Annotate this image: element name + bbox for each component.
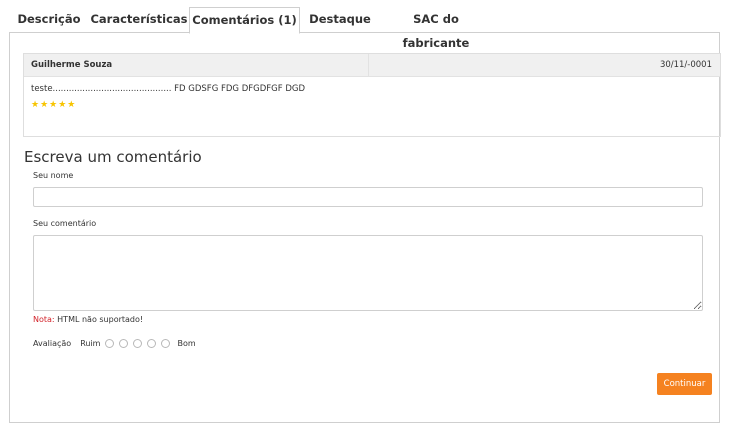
rating-radio-1[interactable] [105,338,115,348]
rating-radio-4[interactable] [147,338,157,348]
rating-label: Avaliação [33,338,72,348]
form-title: Escreva um comentário [24,148,202,166]
comment-label: Seu comentário [33,219,97,228]
tab-bar: Descrição Características Comentários (1… [9,7,720,50]
review-author: Guilherme Souza [24,54,369,77]
review-date: 30/11/-0001 [659,60,712,70]
rating-radio-2[interactable] [119,338,129,348]
rating-row: Avaliação Ruim Bom [33,336,196,350]
continue-button[interactable]: Continuar [657,373,712,395]
rating-radio-3[interactable] [133,338,143,348]
tab-caracteristicas[interactable]: Características [89,7,189,33]
review-stars-icon: ★★★★★ [31,100,77,110]
tab-descricao[interactable]: Descrição [9,7,89,33]
note-prefix: Nota: [33,315,55,324]
tab-sac-fabricante[interactable]: SAC do fabricante [380,7,492,50]
review-text: teste...................................… [31,84,306,94]
note-text: HTML não suportado! [54,315,144,324]
comment-textarea[interactable] [33,235,703,311]
rating-max-label: Bom [177,338,196,348]
html-note: Nota: HTML não suportado! [33,315,143,324]
comments-panel: Guilherme Souza 30/11/-0001 teste.......… [9,33,721,423]
review-card: Guilherme Souza 30/11/-0001 teste.......… [23,53,721,137]
name-label: Seu nome [33,171,74,180]
rating-min-label: Ruim [80,338,101,348]
rating-radio-5[interactable] [161,338,171,348]
tab-comentarios[interactable]: Comentários (1) [189,7,300,34]
name-input[interactable] [33,187,703,207]
review-header: Guilherme Souza 30/11/-0001 [24,54,720,77]
tab-destaque[interactable]: Destaque [300,7,380,33]
